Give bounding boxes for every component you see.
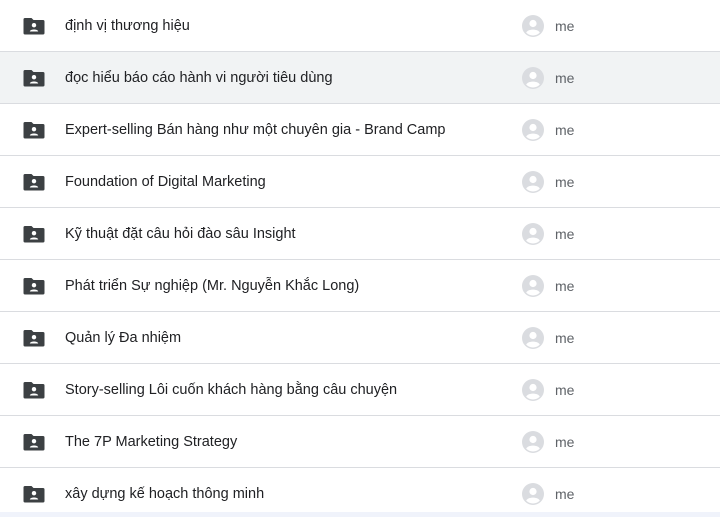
file-row[interactable]: Quản lý Đa nhiệm me [0, 312, 720, 364]
shared-folder-icon [23, 381, 45, 399]
owner-label: me [555, 18, 575, 34]
file-list: định vị thương hiệu me đọc hiểu báo cáo hà… [0, 0, 720, 512]
owner-label: me [555, 330, 575, 346]
file-name[interactable]: Quản lý Đa nhiệm [65, 312, 505, 364]
owner-label: me [555, 434, 575, 450]
file-row[interactable]: Foundation of Digital Marketing me [0, 156, 720, 208]
owner-label: me [555, 70, 575, 86]
owner-label: me [555, 226, 575, 242]
shared-folder-icon [23, 121, 45, 139]
owner-avatar-icon [522, 223, 544, 245]
file-name[interactable]: Expert-selling Bán hàng như một chuyên g… [65, 104, 505, 156]
shared-folder-icon [23, 17, 45, 35]
file-row[interactable]: định vị thương hiệu me [0, 0, 720, 52]
owner-avatar-icon [522, 379, 544, 401]
owner-avatar-icon [522, 327, 544, 349]
file-row[interactable]: Phát triển Sự nghiệp (Mr. Nguyễn Khắc Lo… [0, 260, 720, 312]
owner-label: me [555, 122, 575, 138]
file-row[interactable]: xây dựng kế hoạch thông minh me [0, 468, 720, 512]
shared-folder-icon [23, 277, 45, 295]
owner-label: me [555, 486, 575, 502]
file-name[interactable]: Story-selling Lôi cuốn khách hàng bằng c… [65, 364, 505, 416]
shared-folder-icon [23, 485, 45, 503]
owner-avatar-icon [522, 67, 544, 89]
owner-label: me [555, 278, 575, 294]
file-name[interactable]: xây dựng kế hoạch thông minh [65, 468, 505, 512]
file-name[interactable]: định vị thương hiệu [65, 0, 505, 52]
owner-label: me [555, 382, 575, 398]
owner-avatar-icon [522, 15, 544, 37]
owner-label: me [555, 174, 575, 190]
owner-avatar-icon [522, 483, 544, 505]
file-row[interactable]: The 7P Marketing Strategy me [0, 416, 720, 468]
file-row[interactable]: Kỹ thuật đặt câu hỏi đào sâu Insight me [0, 208, 720, 260]
file-name[interactable]: The 7P Marketing Strategy [65, 416, 505, 468]
footer-strip [0, 512, 720, 517]
owner-avatar-icon [522, 431, 544, 453]
file-row[interactable]: Expert-selling Bán hàng như một chuyên g… [0, 104, 720, 156]
owner-avatar-icon [522, 171, 544, 193]
owner-avatar-icon [522, 119, 544, 141]
file-name[interactable]: Kỹ thuật đặt câu hỏi đào sâu Insight [65, 208, 505, 260]
owner-avatar-icon [522, 275, 544, 297]
file-name[interactable]: Foundation of Digital Marketing [65, 156, 505, 208]
file-row[interactable]: Story-selling Lôi cuốn khách hàng bằng c… [0, 364, 720, 416]
file-name[interactable]: đọc hiểu báo cáo hành vi người tiêu dùng [65, 52, 505, 104]
shared-folder-icon [23, 433, 45, 451]
file-name[interactable]: Phát triển Sự nghiệp (Mr. Nguyễn Khắc Lo… [65, 260, 505, 312]
shared-folder-icon [23, 69, 45, 87]
shared-folder-icon [23, 173, 45, 191]
shared-folder-icon [23, 225, 45, 243]
file-row[interactable]: đọc hiểu báo cáo hành vi người tiêu dùng… [0, 52, 720, 104]
shared-folder-icon [23, 329, 45, 347]
